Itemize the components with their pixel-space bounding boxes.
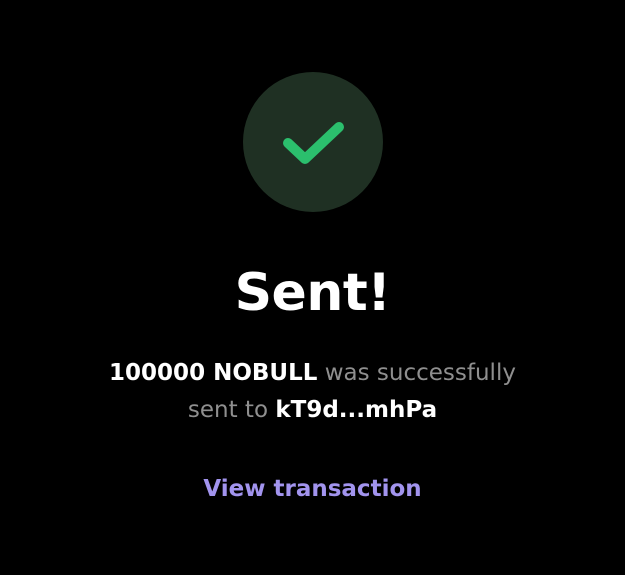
recipient-address: kT9d...mhPa [275, 397, 438, 423]
success-title: Sent! [234, 263, 391, 323]
message-middle-text: was successfully [317, 360, 516, 386]
view-transaction-link[interactable]: View transaction [203, 476, 421, 502]
send-success-screen: Sent! 100000 NOBULL was successfully sen… [0, 0, 625, 575]
message-prefix-text: sent to [187, 397, 276, 423]
sent-amount: 100000 NOBULL [109, 360, 318, 386]
success-icon-circle [243, 72, 383, 212]
checkmark-icon [283, 122, 344, 164]
view-transaction-link-row: View transaction [0, 472, 625, 506]
success-message: 100000 NOBULL was successfully sent to k… [0, 355, 625, 429]
